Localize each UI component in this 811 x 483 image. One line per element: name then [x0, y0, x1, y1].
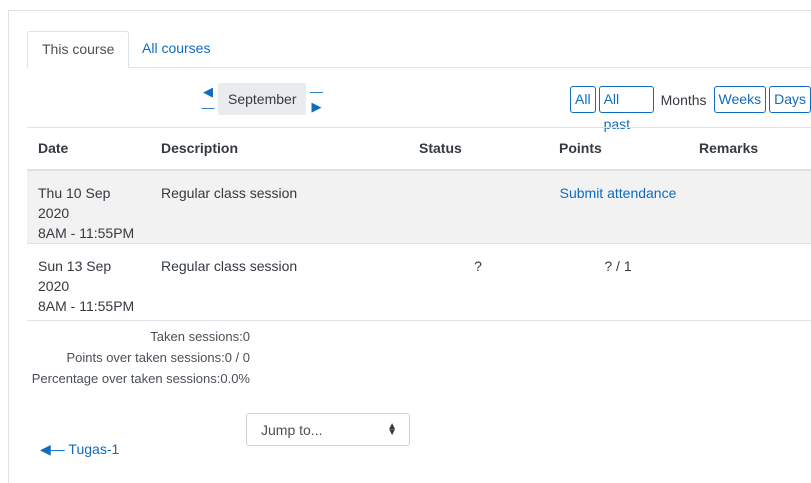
prev-month-arrow-icon[interactable]: ◀—: [200, 84, 216, 115]
period-filters: All All past Months Weeks Days: [570, 86, 811, 132]
next-month-arrow-icon[interactable]: —▶: [308, 84, 324, 115]
filter-days-button[interactable]: Days: [769, 86, 811, 113]
header-description: Description: [150, 127, 408, 171]
summary-label: Points over taken sessions:: [66, 350, 225, 365]
session-time: 8AM - 11:55PM: [38, 297, 135, 314]
select-updown-icon: ▲ ▼: [387, 420, 397, 438]
summary-label: Taken sessions:: [150, 329, 243, 344]
cell-description: Regular class session: [150, 242, 408, 321]
jump-to-select[interactable]: Jump to... ▲ ▼: [246, 413, 410, 446]
cell-points: Submit attendance: [548, 169, 688, 243]
cell-remarks: [688, 169, 811, 243]
cell-date: Thu 10 Sep 2020 8AM - 11:55PM: [27, 169, 150, 243]
filter-all-past-button[interactable]: All past: [598, 86, 654, 132]
filter-weeks-button[interactable]: Weeks: [713, 86, 767, 113]
summary-label: Percentage over taken sessions:: [31, 371, 221, 386]
current-month-label: September: [218, 83, 307, 115]
summary-value: 0 / 0: [224, 350, 250, 365]
session-date: Sun 13 Sep 2020: [38, 257, 112, 294]
tab-all-courses[interactable]: All courses: [128, 31, 224, 68]
previous-activity-link[interactable]: ◀— Tugas-1: [40, 441, 119, 458]
header-points: Points: [548, 127, 688, 171]
attendance-table: Date Description Status Points Remarks T…: [27, 127, 811, 321]
session-date: Thu 10 Sep 2020: [38, 184, 111, 221]
attendance-summary: Taken sessions: 0 Points over taken sessi…: [0, 326, 250, 389]
table-row: Thu 10 Sep 2020 8AM - 11:55PM Regular cl…: [27, 169, 811, 243]
left-arrow-icon: ◀—: [40, 441, 65, 457]
cell-description: Regular class session: [150, 169, 408, 243]
header-remarks: Remarks: [688, 127, 811, 171]
cell-status: [408, 169, 548, 243]
cell-status: ?: [408, 242, 548, 321]
month-navigation: ◀— September —▶: [200, 83, 324, 115]
header-date: Date: [27, 127, 150, 171]
table-row: Sun 13 Sep 2020 8AM - 11:55PM Regular cl…: [27, 242, 811, 321]
jump-to-label: Jump to...: [261, 421, 323, 438]
previous-activity-label: Tugas-1: [68, 441, 120, 457]
tab-this-course[interactable]: This course: [27, 31, 130, 68]
summary-taken-sessions: Taken sessions: 0: [0, 326, 250, 347]
filter-all-button[interactable]: All: [570, 86, 596, 113]
cell-points: ? / 1: [548, 242, 688, 321]
submit-attendance-link[interactable]: Submit attendance: [560, 185, 677, 201]
summary-value: 0.0%: [220, 371, 250, 386]
cell-remarks: [688, 242, 811, 321]
cell-date: Sun 13 Sep 2020 8AM - 11:55PM: [27, 242, 150, 321]
summary-points: Points over taken sessions: 0 / 0: [0, 347, 250, 368]
filter-months-current: Months: [660, 91, 707, 108]
table-header-row: Date Description Status Points Remarks: [27, 127, 811, 171]
header-status: Status: [408, 127, 548, 171]
session-time: 8AM - 11:55PM: [38, 224, 135, 241]
course-tabs: This course All courses: [27, 31, 811, 68]
summary-value: 0: [242, 329, 250, 344]
summary-percentage: Percentage over taken sessions: 0.0%: [0, 368, 250, 389]
